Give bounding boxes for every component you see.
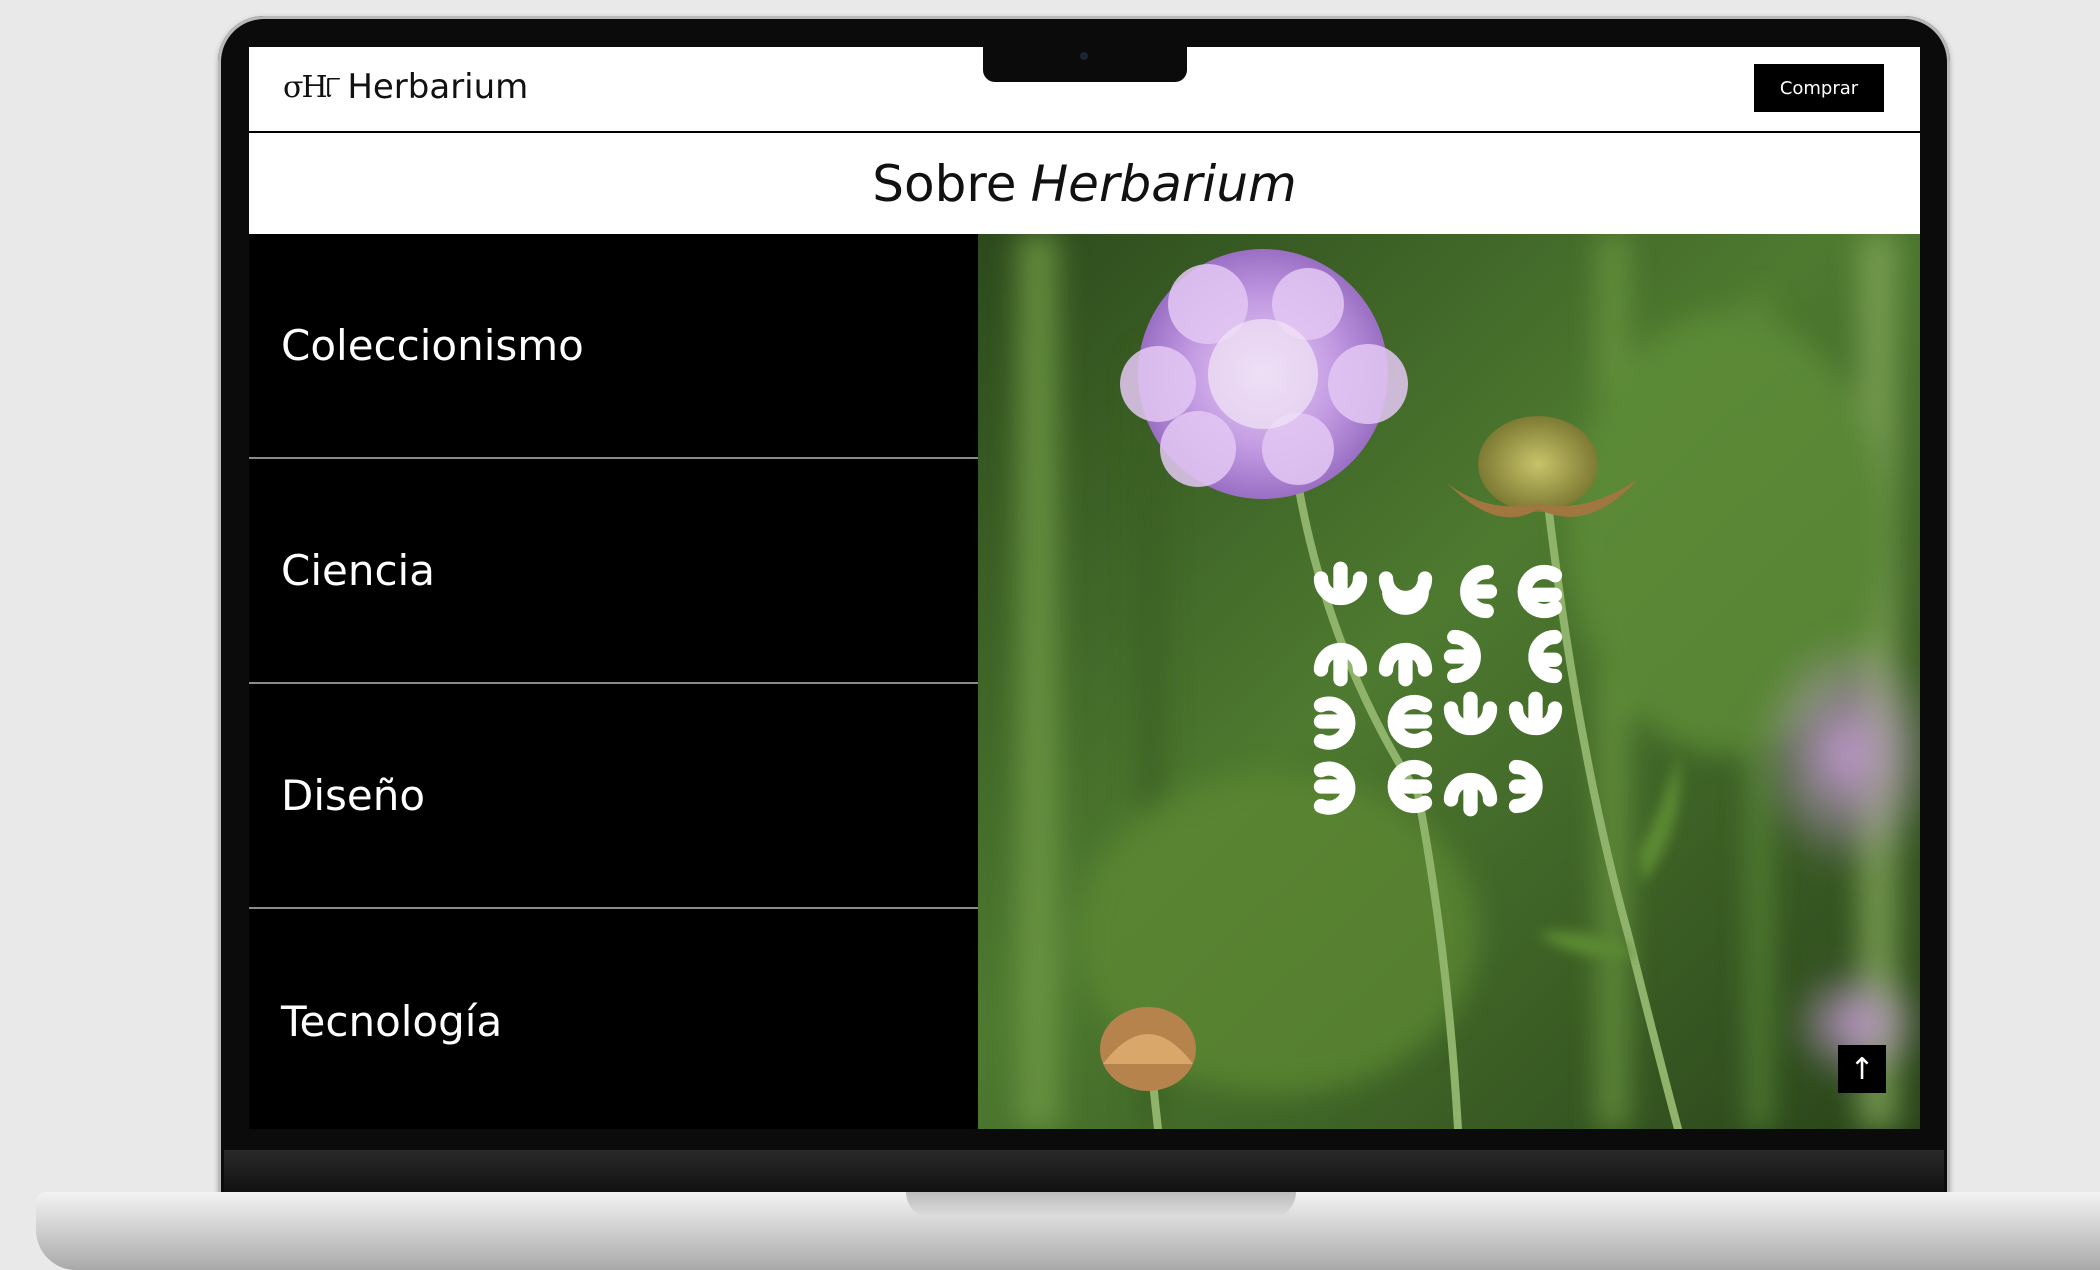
laptop-opening-notch bbox=[906, 1192, 1296, 1218]
product-mockup: σH୮ Herbarium Comprar Sobre Herbarium Co… bbox=[0, 0, 2100, 1270]
brand-logo[interactable]: σH୮ Herbarium bbox=[283, 67, 528, 107]
page-title-emphasis: Herbarium bbox=[1030, 154, 1297, 213]
laptop-bottom-bezel bbox=[224, 1150, 1944, 1192]
logo-mark-icon: σH୮ bbox=[283, 69, 341, 105]
menu-item-tecnologia[interactable]: Tecnología bbox=[249, 909, 978, 1129]
scroll-to-top-button[interactable]: ↑ bbox=[1838, 1045, 1886, 1093]
menu-item-ciencia[interactable]: Ciencia bbox=[249, 459, 978, 684]
page-title: Sobre Herbarium bbox=[249, 133, 1920, 234]
menu-item-coleccionismo[interactable]: Coleccionismo bbox=[249, 234, 978, 459]
laptop-base bbox=[36, 1192, 2100, 1270]
arrow-up-icon: ↑ bbox=[1849, 1051, 1875, 1087]
browser-viewport: σH୮ Herbarium Comprar Sobre Herbarium Co… bbox=[249, 47, 1920, 1129]
section-menu: Coleccionismo Ciencia Diseño Tecnología bbox=[249, 234, 978, 1129]
buy-button[interactable]: Comprar bbox=[1754, 64, 1884, 112]
camera-icon bbox=[1080, 52, 1088, 60]
page-title-prefix: Sobre bbox=[872, 154, 1017, 213]
brand-name: Herbarium bbox=[347, 67, 529, 107]
hero-image: ↑ bbox=[978, 234, 1920, 1129]
camera-notch bbox=[983, 40, 1187, 82]
menu-item-diseno[interactable]: Diseño bbox=[249, 684, 978, 909]
herbarium-pattern-logo bbox=[1313, 561, 1563, 817]
